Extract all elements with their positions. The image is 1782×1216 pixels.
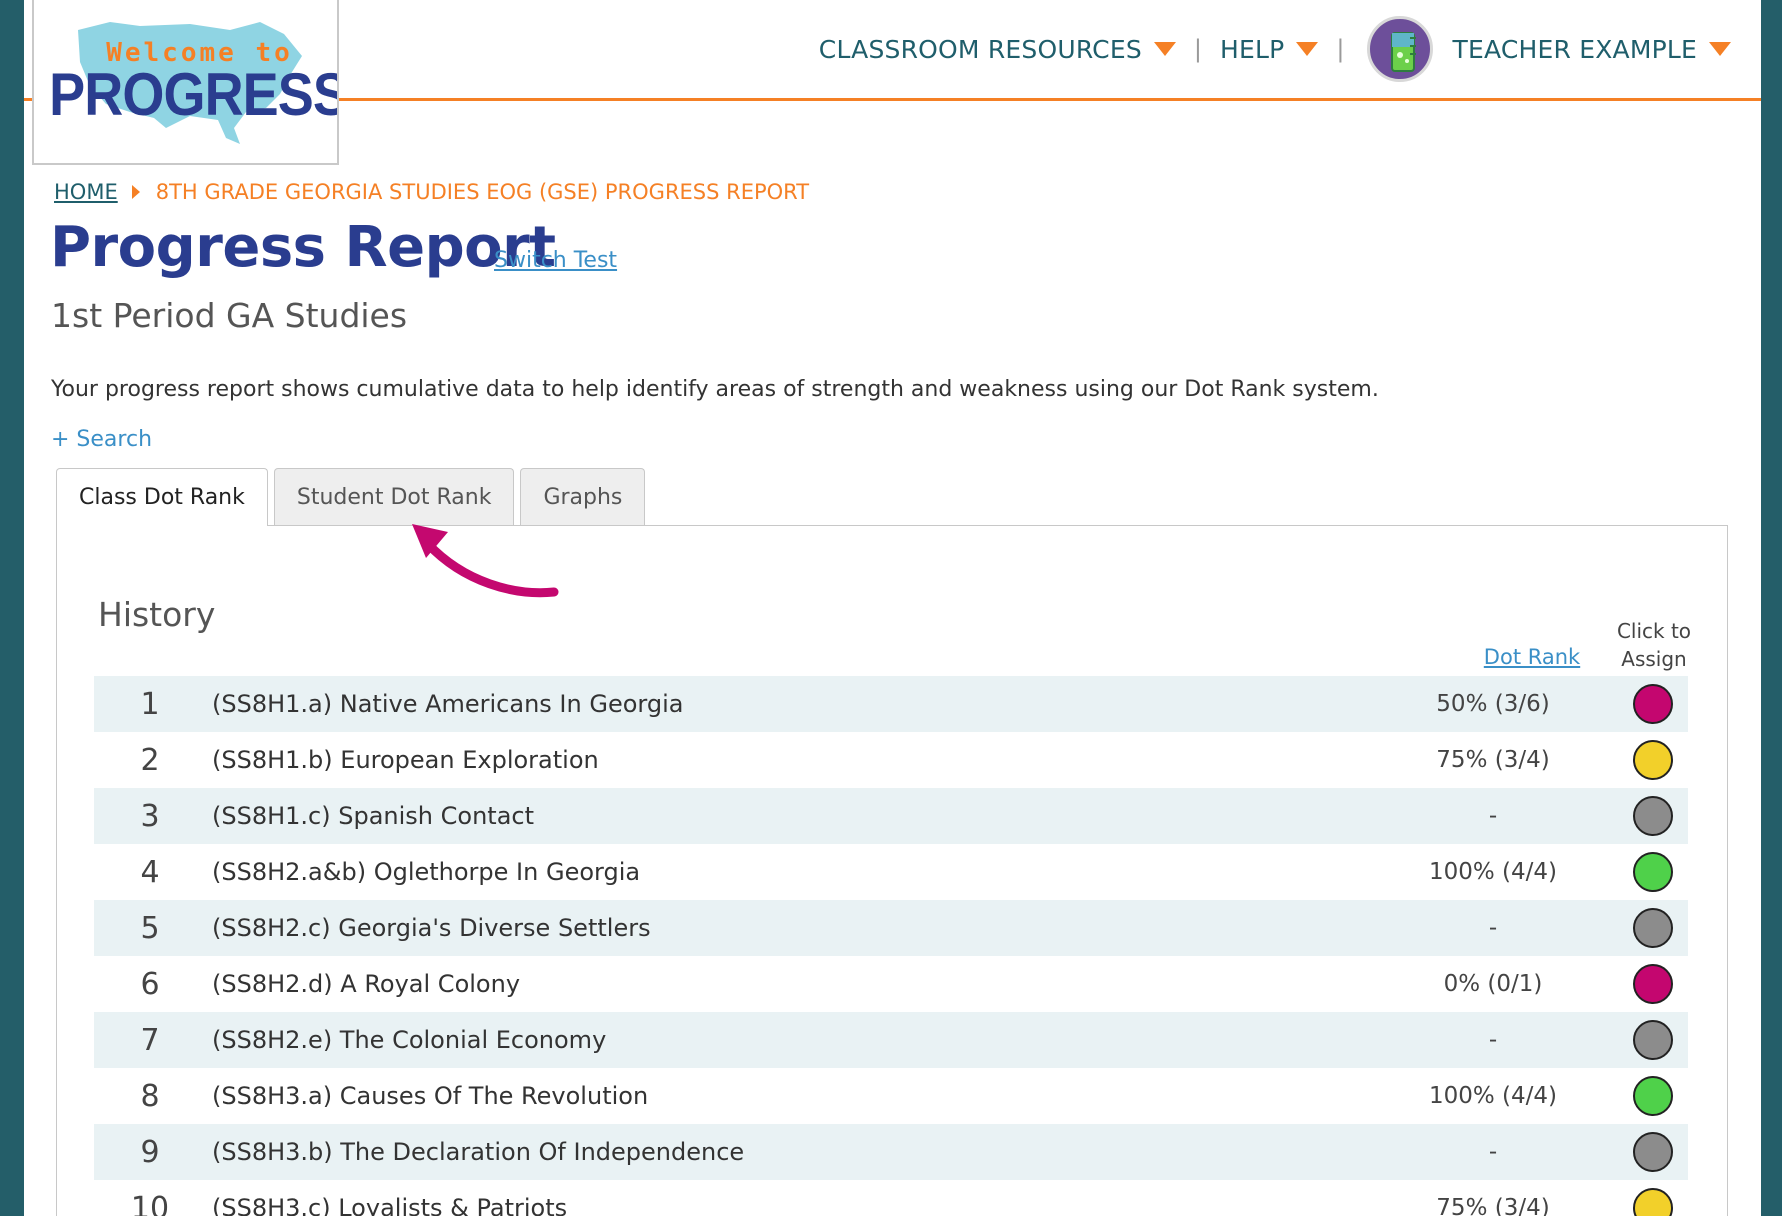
logo-progress-text: PROGRESS [49, 61, 339, 128]
row-topic: (SS8H2.e) The Colonial Economy [212, 1026, 607, 1054]
assign-column-header: Click to Assign [1604, 617, 1704, 673]
row-number: 6 [140, 966, 160, 1002]
annotation-arrow-icon [412, 524, 559, 598]
nav-help-label: HELP [1220, 34, 1285, 64]
dot-rank-column-header[interactable]: Dot Rank [1467, 645, 1597, 669]
row-topic: (SS8H3.b) The Declaration Of Independenc… [212, 1138, 745, 1166]
table-row: 2 (SS8H1.b) European Exploration 75% (3/4) [94, 732, 1688, 788]
caret-down-icon [1153, 42, 1176, 56]
assign-dot-button[interactable] [1633, 1132, 1673, 1172]
breadcrumb-current: 8TH GRADE GEORGIA STUDIES EOG (GSE) PROG… [155, 180, 810, 204]
site-logo[interactable]: Welcome to PROGRESS [32, 0, 339, 165]
page: Welcome to PROGRESS CLASSROOM RESOURCES … [24, 0, 1761, 1216]
row-topic: (SS8H1.a) Native Americans In Georgia [212, 690, 684, 718]
assign-cell [1618, 1020, 1688, 1060]
row-topic: (SS8H1.c) Spanish Contact [212, 802, 535, 830]
nav-classroom-resources-label: CLASSROOM RESOURCES [818, 34, 1142, 64]
row-number: 7 [140, 1022, 160, 1058]
table-row: 8 (SS8H3.a) Causes Of The Revolution 100% … [94, 1068, 1688, 1124]
nav-separator: | [1193, 35, 1202, 63]
row-number: 3 [140, 798, 160, 834]
section-title: History [98, 595, 216, 634]
row-dot-rank: 75% (3/4) [1436, 747, 1550, 773]
row-number: 10 [130, 1190, 170, 1216]
row-topic: (SS8H1.b) European Exploration [212, 746, 599, 774]
table-row: 5 (SS8H2.c) Georgia's Diverse Settlers - [94, 900, 1688, 956]
table-row: 6 (SS8H2.d) A Royal Colony 0% (0/1) [94, 956, 1688, 1012]
nav-classroom-resources[interactable]: CLASSROOM RESOURCES [819, 35, 1176, 64]
assign-cell [1618, 684, 1688, 724]
row-topic: (SS8H2.a&b) Oglethorpe In Georgia [212, 858, 641, 886]
row-number: 8 [140, 1078, 160, 1114]
intro-text: Your progress report shows cumulative da… [51, 377, 1379, 402]
assign-dot-button[interactable] [1633, 852, 1673, 892]
table-row: 7 (SS8H2.e) The Colonial Economy - [94, 1012, 1688, 1068]
assign-header-line2: Assign [1621, 647, 1687, 671]
top-navigation: CLASSROOM RESOURCES | HELP | TEACHER EXA… [819, 16, 1731, 82]
table-row: 10 (SS8H3.c) Loyalists & Patriots 75% (3/4… [94, 1180, 1688, 1216]
nav-user-label: TEACHER EXAMPLE [1452, 34, 1697, 64]
tab-class-dot-rank[interactable]: Class Dot Rank [56, 468, 268, 526]
assign-dot-button[interactable] [1633, 740, 1673, 780]
chevron-right-icon [131, 185, 140, 199]
assign-cell [1618, 852, 1688, 892]
row-number: 9 [140, 1134, 160, 1170]
row-number: 4 [140, 854, 160, 890]
table-row: 3 (SS8H1.c) Spanish Contact - [94, 788, 1688, 844]
nav-help[interactable]: HELP [1220, 34, 1319, 64]
standards-table: 1 (SS8H1.a) Native Americans In Georgia 50… [94, 676, 1688, 1216]
row-number: 1 [140, 686, 160, 722]
assign-cell [1618, 1188, 1688, 1216]
assign-cell [1618, 1076, 1688, 1116]
row-number: 2 [140, 742, 160, 778]
assign-dot-button[interactable] [1633, 908, 1673, 948]
caret-down-icon [1296, 42, 1319, 56]
row-dot-rank: - [1488, 1027, 1498, 1053]
assign-header-line1: Click to [1616, 619, 1692, 643]
row-dot-rank: 50% (3/6) [1436, 691, 1550, 717]
row-dot-rank: - [1488, 915, 1498, 941]
row-dot-rank: 100% (4/4) [1428, 1083, 1558, 1109]
row-topic: (SS8H2.c) Georgia's Diverse Settlers [212, 914, 651, 942]
assign-dot-button[interactable] [1633, 1020, 1673, 1060]
row-dot-rank: - [1488, 1139, 1498, 1165]
nav-separator: | [1336, 35, 1345, 63]
search-toggle-link[interactable]: + Search [51, 427, 152, 452]
table-row: 4 (SS8H2.a&b) Oglethorpe In Georgia 100% (… [94, 844, 1688, 900]
row-dot-rank: - [1488, 803, 1498, 829]
breadcrumb: HOME 8TH GRADE GEORGIA STUDIES EOG (GSE)… [54, 180, 809, 204]
row-topic: (SS8H2.d) A Royal Colony [212, 970, 521, 998]
row-dot-rank: 100% (4/4) [1428, 859, 1558, 885]
assign-cell [1618, 740, 1688, 780]
beaker-icon [1390, 32, 1416, 72]
row-dot-rank: 0% (0/1) [1443, 971, 1543, 997]
assign-dot-button[interactable] [1633, 964, 1673, 1004]
assign-cell [1618, 796, 1688, 836]
assign-dot-button[interactable] [1633, 1188, 1673, 1216]
class-subtitle: 1st Period GA Studies [51, 296, 408, 335]
assign-dot-button[interactable] [1633, 1076, 1673, 1116]
row-number: 5 [140, 910, 160, 946]
table-row: 9 (SS8H3.b) The Declaration Of Independen… [94, 1124, 1688, 1180]
assign-dot-button[interactable] [1633, 684, 1673, 724]
row-dot-rank: 75% (3/4) [1436, 1195, 1550, 1216]
table-row: 1 (SS8H1.a) Native Americans In Georgia 50… [94, 676, 1688, 732]
page-title: Progress Report [50, 215, 556, 280]
assign-cell [1618, 964, 1688, 1004]
row-topic: (SS8H3.a) Causes Of The Revolution [212, 1082, 649, 1110]
assign-cell [1618, 908, 1688, 948]
breadcrumb-home-link[interactable]: HOME [54, 180, 118, 204]
switch-test-link[interactable]: Switch Test [494, 248, 617, 273]
caret-down-icon [1709, 42, 1731, 56]
assign-cell [1618, 1132, 1688, 1172]
assign-dot-button[interactable] [1633, 796, 1673, 836]
avatar[interactable] [1366, 16, 1433, 82]
nav-user-menu[interactable]: TEACHER EXAMPLE [1452, 34, 1731, 64]
row-topic: (SS8H3.c) Loyalists & Patriots [212, 1194, 568, 1216]
